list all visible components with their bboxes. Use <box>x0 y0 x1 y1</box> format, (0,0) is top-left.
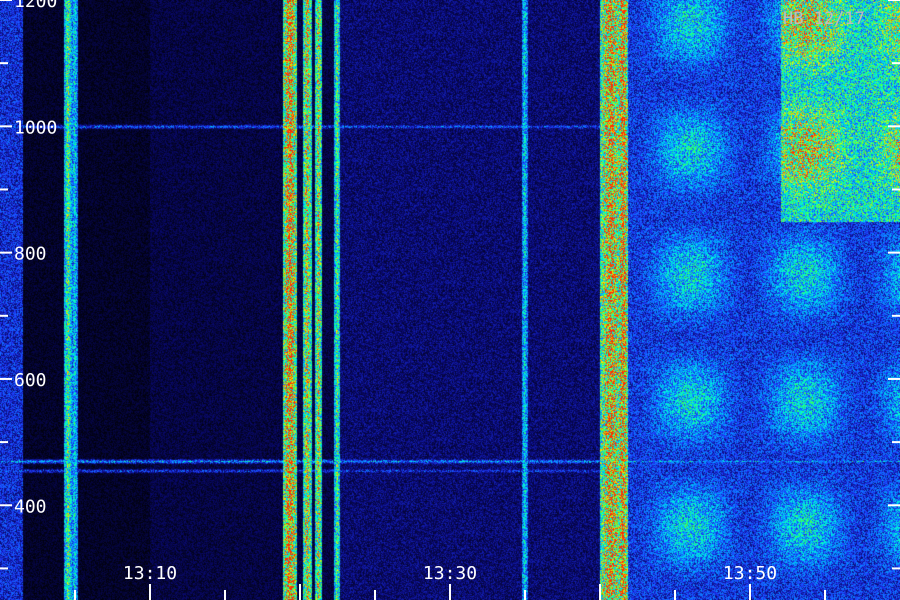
y-tick-label: 800 <box>14 244 47 265</box>
axes-overlay: 1200 1000 800 600 400 13:10 13:30 13:50 HB 12/… <box>0 0 900 600</box>
x-axis: 13:10 13:30 13:50 <box>74 563 826 600</box>
y-axis: 1200 1000 800 600 400 <box>0 0 900 570</box>
watermark: HB 12/17 <box>783 9 865 29</box>
x-tick-label: 13:50 <box>723 563 777 584</box>
x-tick-label: 13:30 <box>423 563 477 584</box>
y-tick-label: 600 <box>14 370 47 391</box>
y-tick-label: 1200 <box>14 0 57 12</box>
x-tick-label: 13:10 <box>123 563 177 584</box>
spectrogram-plot: 1200 1000 800 600 400 13:10 13:30 13:50 HB 12/… <box>0 0 900 600</box>
y-tick-label: 400 <box>14 496 47 517</box>
y-tick-label: 1000 <box>14 117 57 138</box>
